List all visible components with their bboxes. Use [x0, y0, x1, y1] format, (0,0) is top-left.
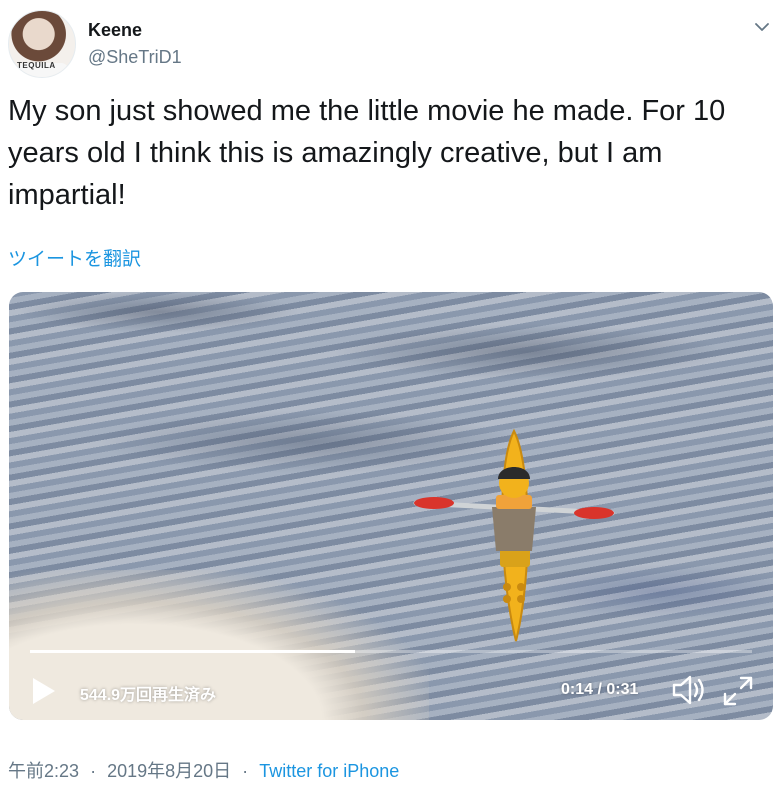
kayak-figure-image: [413, 428, 615, 642]
tweet-meta: 午前2:23 · 2019年8月20日 · Twitter for iPhone: [8, 757, 399, 783]
chevron-down-icon[interactable]: [753, 18, 771, 36]
author-name[interactable]: Keene: [88, 20, 142, 41]
tweet-time[interactable]: 午前2:23: [8, 761, 79, 781]
video-progress-track[interactable]: [30, 650, 752, 653]
fullscreen-icon[interactable]: [721, 674, 755, 708]
meta-separator: ·: [90, 761, 97, 781]
video-player[interactable]: 544.9万回再生済み 0:14 / 0:31: [9, 292, 773, 720]
tweet-source-link[interactable]: Twitter for iPhone: [259, 761, 399, 781]
tweet-date[interactable]: 2019年8月20日: [107, 761, 231, 781]
video-progress-fill: [30, 650, 355, 653]
author-handle[interactable]: @SheTriD1: [88, 47, 182, 68]
avatar-shirt-text: TEQUILA: [17, 61, 56, 70]
video-time: 0:14 / 0:31: [561, 681, 639, 698]
translate-tweet-link[interactable]: ツイートを翻訳: [8, 244, 141, 271]
tweet-text: My son just showed me the little movie h…: [8, 95, 726, 211]
author-avatar[interactable]: TEQUILA: [8, 10, 76, 78]
play-icon[interactable]: [31, 676, 57, 706]
video-floor-rug: [9, 570, 429, 720]
volume-icon[interactable]: [671, 674, 707, 706]
meta-separator: ·: [242, 761, 249, 781]
view-count: 544.9万回再生済み: [80, 687, 217, 704]
